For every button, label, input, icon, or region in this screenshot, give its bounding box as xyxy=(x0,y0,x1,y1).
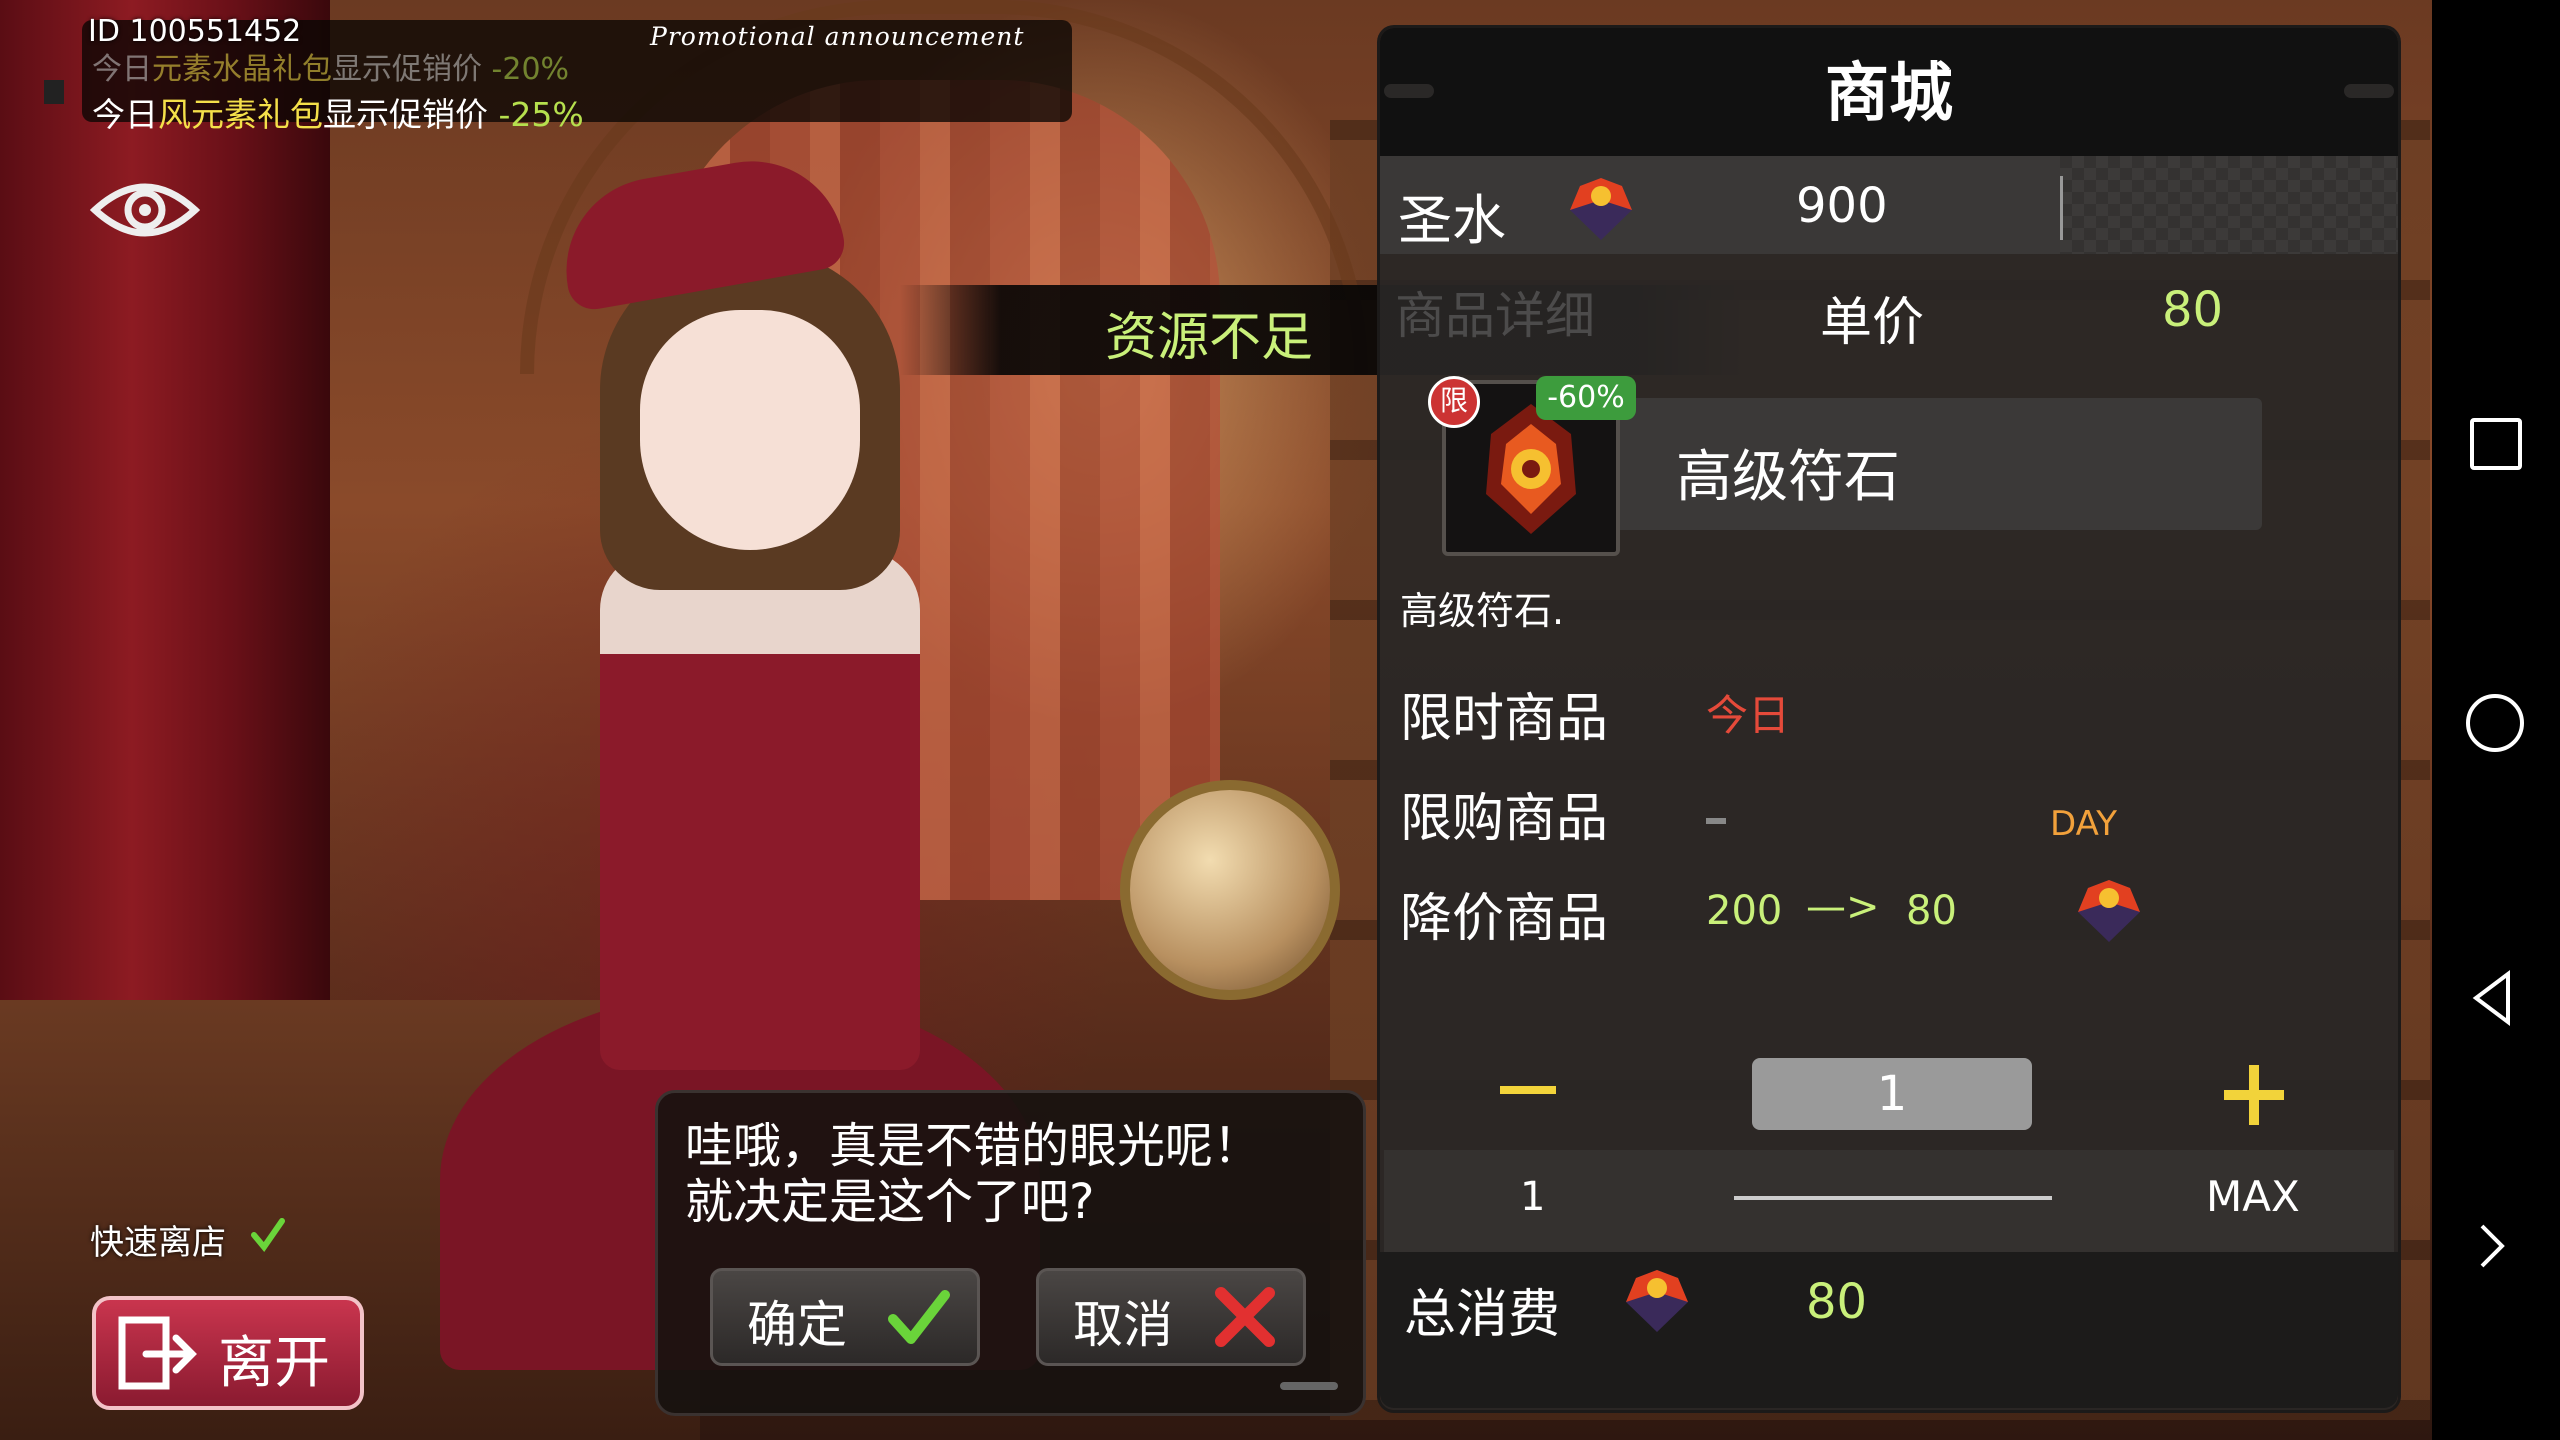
quantity-slider[interactable] xyxy=(1734,1196,2052,1200)
holy-water-gem-icon xyxy=(2078,880,2140,942)
insufficient-resources-text: 资源不足 xyxy=(1105,308,1314,368)
unit-price-label: 单价 xyxy=(1820,293,1925,353)
limited-badge: 限 xyxy=(1428,376,1480,428)
decrease-quantity-button[interactable] xyxy=(1500,1086,1556,1094)
nav-square-icon[interactable] xyxy=(2470,418,2522,470)
shop-title: 商城 xyxy=(1825,57,1953,131)
checkmark-icon xyxy=(888,1290,950,1344)
slider-min-label: 1 xyxy=(1520,1174,1546,1220)
leave-button-label: 离开 xyxy=(218,1331,330,1396)
quantity-input[interactable]: 1 xyxy=(1752,1058,2032,1130)
nav-chevron-icon[interactable] xyxy=(2478,1222,2506,1270)
currency-label: 圣水 xyxy=(1398,189,1506,252)
dialog-message-line-2: 就决定是这个了吧? xyxy=(685,1174,1095,1230)
quick-leave-checkbox[interactable] xyxy=(248,1215,288,1255)
nav-back-icon[interactable] xyxy=(2472,970,2512,1026)
confirm-button-label: 确定 xyxy=(747,1296,847,1354)
tab-item-detail[interactable]: 商品详细 xyxy=(1395,276,1595,348)
limited-time-value: 今日 xyxy=(1706,691,1791,740)
increase-quantity-button-vertical[interactable] xyxy=(2249,1065,2259,1125)
cancel-button-label: 取消 xyxy=(1073,1296,1173,1354)
balance-divider xyxy=(2060,176,2063,240)
slider-max-button[interactable]: MAX xyxy=(2206,1172,2300,1221)
confirm-button[interactable]: 确定 xyxy=(710,1268,980,1366)
purchase-limit-period: DAY xyxy=(2050,804,2117,844)
discount-badge: -60% xyxy=(1536,376,1636,420)
balance-row-pattern xyxy=(2060,156,2398,254)
purchase-limit-value xyxy=(1706,818,1726,824)
currency-balance: 900 xyxy=(1796,178,1888,234)
cancel-button[interactable]: 取消 xyxy=(1036,1268,1306,1366)
limited-time-label: 限时商品 xyxy=(1400,689,1609,749)
eye-icon[interactable] xyxy=(90,172,200,248)
item-description: 高级符石. xyxy=(1400,589,1565,633)
total-cost-value: 80 xyxy=(1806,1274,1868,1330)
quick-leave-label: 快速离店 xyxy=(90,1223,226,1263)
sale-price: 80 xyxy=(1906,888,1957,934)
item-name: 高级符石 xyxy=(1676,445,1900,510)
total-cost-label: 总消费 xyxy=(1404,1285,1561,1345)
original-price: 200 xyxy=(1706,888,1783,934)
nav-circle-icon[interactable] xyxy=(2466,694,2524,752)
cross-icon xyxy=(1215,1287,1275,1347)
holy-water-gem-icon xyxy=(1570,178,1632,240)
sale-label: 降价商品 xyxy=(1400,889,1609,949)
promo-title: Promotional announcement xyxy=(650,22,1025,51)
globe xyxy=(1120,780,1340,1000)
promo-line-2: 今日风元素礼包显示促销价 -25% xyxy=(92,95,584,134)
promo-indicator xyxy=(44,80,64,104)
purchase-limit-label: 限购商品 xyxy=(1400,789,1609,849)
dialog-scroll-indicator xyxy=(1280,1382,1338,1390)
holy-water-gem-icon xyxy=(1626,1270,1688,1332)
exit-door-icon xyxy=(118,1316,197,1390)
leave-button[interactable]: 离开 xyxy=(92,1296,364,1410)
price-arrow: —> xyxy=(1806,884,1880,930)
unit-price-value: 80 xyxy=(2162,282,2224,338)
promo-line-1: 今日元素水晶礼包显示促销价 -20% xyxy=(92,52,570,87)
